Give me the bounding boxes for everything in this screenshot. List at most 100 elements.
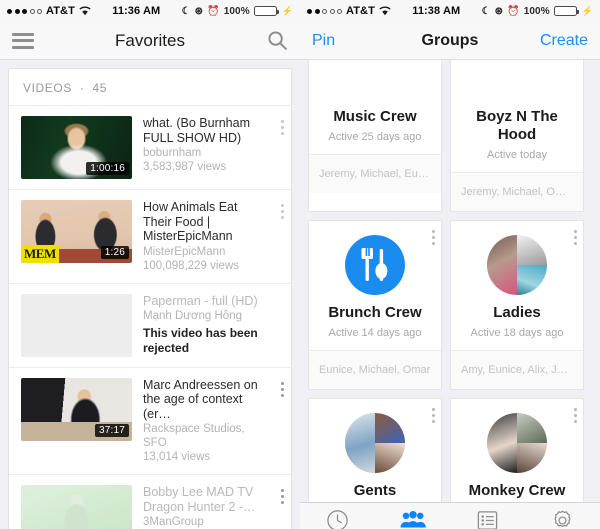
group-card[interactable]: Ladies Active 18 days ago Amy, Eunice, A… — [450, 220, 584, 390]
status-left-group: AT&T — [307, 5, 391, 17]
groups-grid: Music Crew Active 25 days ago Jeremy, Mi… — [308, 60, 592, 502]
video-list-item[interactable]: 1:00:16 what. (Bo Burnham FULL SHOW HD) … — [9, 106, 291, 190]
group-card-body: Music Crew Active 25 days ago — [309, 60, 441, 154]
bottom-tab-bar: Recent Groups People — [300, 502, 600, 529]
video-overflow-menu-icon[interactable] — [281, 120, 284, 135]
section-separator: · — [79, 81, 85, 95]
left-status-bar: AT&T 11:36 AM ☾ ⊛ ⏰ 100% ⚡ — [0, 0, 300, 22]
video-thumbnail[interactable]: 1:00:16 — [21, 116, 132, 179]
group-name: Brunch Crew — [328, 304, 422, 321]
group-card[interactable]: Monkey Crew Active last week — [450, 398, 584, 502]
video-title: Bobby Lee MAD TV Dragon Hunter 2 -… — [143, 485, 256, 514]
video-meta: How Animals Eat Their Food | MisterEpicM… — [143, 200, 281, 273]
group-members: Eunice, Michael, Omar — [309, 350, 441, 389]
video-channel: Rackspace Studios, SFO — [143, 423, 245, 449]
video-thumbnail[interactable]: MEM 1:26 — [21, 200, 132, 263]
group-card[interactable]: Brunch Crew Active 14 days ago Eunice, M… — [308, 220, 442, 390]
status-right-group: ☾ ⊛ ⏰ 100% ⚡ — [482, 6, 593, 17]
alarm-clock-icon: ⏰ — [207, 5, 220, 17]
video-channel: 3ManGroup — [143, 516, 204, 528]
video-channel: MisterEpicMann — [143, 245, 226, 258]
group-card-body: Boyz N The Hood Active today — [451, 60, 583, 172]
video-channel: Mạnh Dương Hồng — [143, 310, 242, 322]
signal-strength-dots — [7, 8, 42, 14]
video-list-item[interactable]: 37:17 Marc Andreessen on the age of cont… — [9, 368, 291, 475]
video-channel: boburnham — [143, 147, 202, 159]
video-thumbnail-placeholder — [21, 293, 132, 357]
lightning-bolt-icon: ⚡ — [281, 5, 293, 16]
video-thumbnail[interactable]: 37:17 — [21, 377, 132, 441]
dual-phone-screenshot: AT&T 11:36 AM ☾ ⊛ ⏰ 100% ⚡ Favorites VID… — [0, 0, 600, 529]
hamburger-menu-icon[interactable] — [12, 32, 34, 49]
clock-time: 11:38 AM — [412, 5, 461, 17]
section-label: VIDEOS — [23, 81, 72, 95]
videos-card: VIDEOS · 45 1:00:16 what. (Bo Burnham FU… — [8, 68, 292, 529]
group-card-body: Ladies Active 18 days ago — [451, 221, 583, 350]
wifi-icon — [79, 6, 91, 16]
video-overflow-menu-icon[interactable] — [281, 381, 284, 397]
video-list-item[interactable]: Bobby Lee MAD TV Dragon Hunter 2 -… 3Man… — [9, 475, 291, 529]
group-activity: Active 14 days ago — [328, 327, 422, 339]
video-duration: 37:17 — [94, 423, 129, 437]
tab-recent[interactable]: Recent — [300, 503, 375, 529]
group-avatar — [487, 235, 547, 295]
group-name: Music Crew — [333, 108, 417, 125]
gear-icon — [554, 510, 571, 527]
create-button[interactable]: Create — [540, 32, 588, 50]
alarm-clock-icon: ⏰ — [507, 5, 520, 17]
video-overflow-menu-icon[interactable] — [281, 489, 284, 504]
brunch-icon — [345, 235, 405, 295]
battery-icon — [253, 6, 279, 16]
video-views: 13,014 views — [143, 451, 211, 463]
moon-icon: ☾ — [481, 5, 491, 17]
page-title: Favorites — [115, 30, 185, 50]
carrier-label: AT&T — [46, 5, 75, 17]
video-views: 3,583,987 views — [143, 161, 227, 173]
video-title: what. (Bo Burnham FULL SHOW HD) — [143, 116, 250, 145]
group-overflow-menu-icon[interactable] — [574, 408, 577, 423]
section-count: 45 — [92, 81, 107, 95]
group-overflow-menu-icon[interactable] — [574, 230, 577, 245]
video-watermark: MEM — [21, 245, 59, 263]
group-card[interactable]: Music Crew Active 25 days ago Jeremy, Mi… — [308, 60, 442, 212]
clock-icon — [327, 509, 348, 529]
group-activity: Active 25 days ago — [328, 131, 422, 143]
group-overflow-menu-icon[interactable] — [432, 408, 435, 423]
battery-percent-label: 100% — [523, 5, 550, 17]
video-thumbnail[interactable] — [21, 485, 132, 529]
group-activity: Active today — [487, 149, 547, 161]
rotation-lock-icon: ⊛ — [494, 5, 504, 17]
group-avatar — [487, 413, 547, 473]
right-phone-panel: AT&T 11:38 AM ☾ ⊛ ⏰ 100% ⚡ Pin Groups Cr… — [300, 0, 600, 529]
groups-scroll-area[interactable]: Music Crew Active 25 days ago Jeremy, Mi… — [300, 60, 600, 502]
video-list-item[interactable]: MEM 1:26 How Animals Eat Their Food | Mi… — [9, 190, 291, 284]
videos-section-header: VIDEOS · 45 — [9, 69, 291, 106]
moon-icon: ☾ — [181, 5, 191, 17]
video-title: Marc Andreessen on the age of context (e… — [143, 377, 258, 421]
video-overflow-menu-icon[interactable] — [281, 204, 284, 219]
status-right-group: ☾ ⊛ ⏰ 100% ⚡ — [182, 6, 293, 17]
video-status-note: This video has been rejected — [143, 326, 258, 355]
video-meta: Bobby Lee MAD TV Dragon Hunter 2 -… 3Man… — [143, 485, 281, 529]
group-card[interactable]: Gents Active 18 days ago — [308, 398, 442, 502]
lightning-bolt-icon: ⚡ — [581, 5, 593, 16]
clock-time: 11:36 AM — [112, 5, 161, 17]
video-views: 100,098,229 views — [143, 259, 239, 272]
group-card-body: Monkey Crew Active last week — [451, 399, 583, 502]
group-card-body: Brunch Crew Active 14 days ago — [309, 221, 441, 350]
status-left-group: AT&T — [7, 5, 91, 17]
group-members: Jeremy, Michael, Omar, P… — [451, 172, 583, 211]
video-meta: Marc Andreessen on the age of context (e… — [143, 378, 281, 465]
tab-settings[interactable]: Settings — [525, 503, 600, 529]
tab-groups[interactable]: Groups — [375, 503, 450, 529]
video-list-item[interactable]: Paperman - full (HD) Mạnh Dương Hồng Thi… — [9, 284, 291, 368]
tab-people[interactable]: People — [450, 503, 525, 529]
video-meta: Paperman - full (HD) Mạnh Dương Hồng Thi… — [143, 294, 281, 357]
pin-button[interactable]: Pin — [312, 32, 335, 50]
wifi-icon — [379, 6, 391, 16]
group-overflow-menu-icon[interactable] — [432, 230, 435, 245]
group-card[interactable]: Boyz N The Hood Active today Jeremy, Mic… — [450, 60, 584, 212]
search-icon[interactable] — [267, 30, 288, 51]
videos-scroll-area[interactable]: VIDEOS · 45 1:00:16 what. (Bo Burnham FU… — [0, 60, 300, 529]
left-phone-panel: AT&T 11:36 AM ☾ ⊛ ⏰ 100% ⚡ Favorites VID… — [0, 0, 300, 529]
